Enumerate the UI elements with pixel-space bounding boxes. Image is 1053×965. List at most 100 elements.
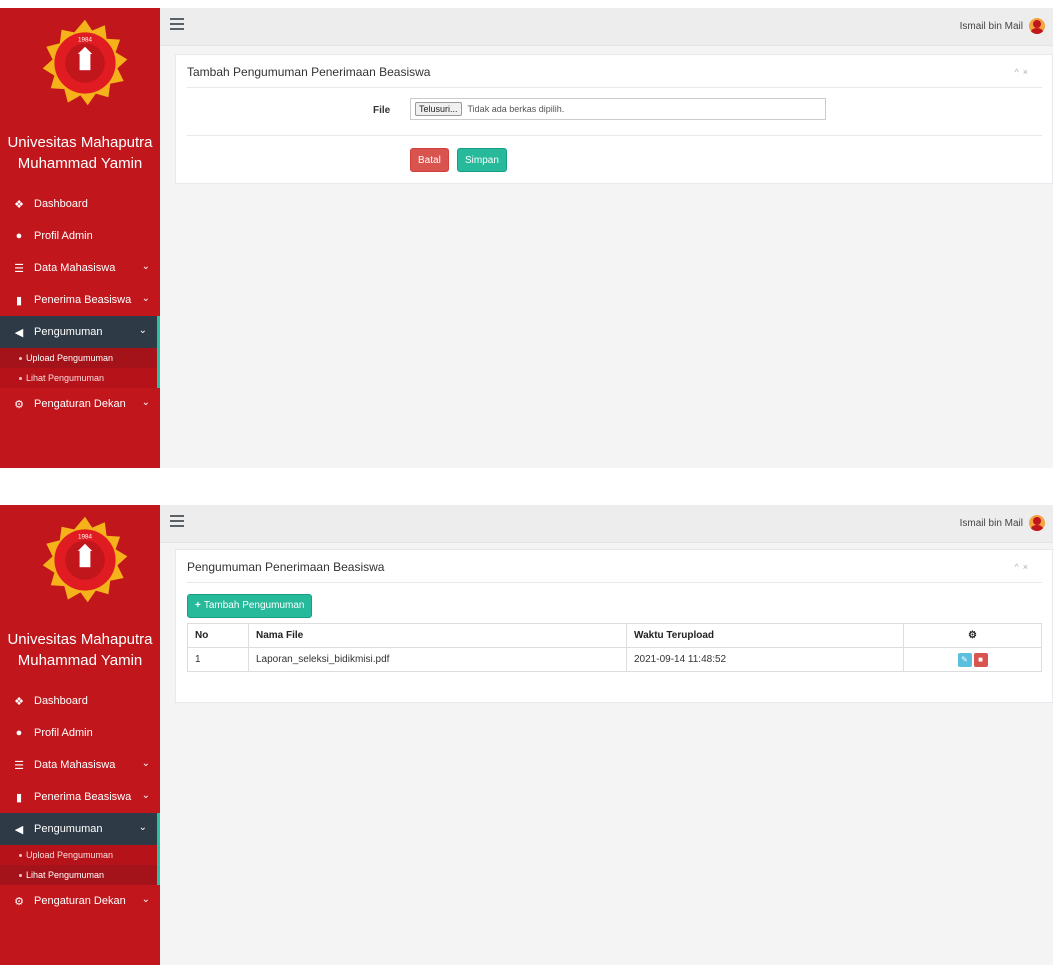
brand-line-2: Muhammad Yamin [17, 652, 143, 669]
sidebar-item-label: Data Mahasiswa [34, 262, 116, 274]
database-icon: ☰ [14, 262, 24, 275]
close-icon[interactable]: × [1023, 67, 1032, 77]
submenu-pengumuman: Upload Pengumuman Lihat Pengumuman [0, 845, 160, 885]
gear-icon: ⚙ [968, 630, 977, 641]
panel-tools: ^× [1015, 67, 1033, 77]
save-button[interactable]: Simpan [457, 148, 507, 172]
cell-actions: ✎ ■ [903, 647, 1042, 672]
page-title: Pengumuman Penerimaan Beasiswa [187, 560, 385, 574]
sidebar-item-label: Dashboard [34, 695, 88, 707]
cancel-button[interactable]: Batal [410, 148, 449, 172]
table-header: No Nama File Waktu Terupload ⚙ [187, 623, 1042, 648]
university-emblem-icon: 1984 [42, 19, 128, 106]
list-screen: 1984 Univesitas Mahaputra Muhammad Yamin… [0, 505, 1053, 965]
topbar: Ismail bin Mail [160, 505, 1053, 543]
divider [187, 135, 1042, 136]
user-menu[interactable]: Ismail bin Mail [960, 515, 1045, 531]
home-icon: ❖ [14, 198, 24, 211]
home-icon: ❖ [14, 695, 24, 708]
edit-icon[interactable]: ✎ [957, 652, 972, 667]
sidebar-item-profil-admin[interactable]: ● Profil Admin [0, 220, 160, 252]
sidebar-item-dashboard[interactable]: ❖ Dashboard [0, 188, 160, 220]
panel-tools: ^× [1015, 562, 1033, 572]
upload-panel: Tambah Pengumuman Penerimaan Beasiswa ^×… [175, 54, 1053, 184]
database-icon: ☰ [14, 759, 24, 772]
sidebar-item-profil-admin[interactable]: ● Profil Admin [0, 717, 160, 749]
add-announcement-button[interactable]: + Tambah Pengumuman [187, 594, 313, 618]
file-label: File [373, 105, 391, 116]
file-input[interactable]: Telusuri... Tidak ada berkas dipilih. [410, 98, 826, 120]
close-icon[interactable]: × [1023, 562, 1032, 572]
add-announcement-label: Tambah Pengumuman [203, 600, 305, 611]
sidebar-item-pengumuman[interactable]: ◀ Pengumuman ⌄ [0, 813, 160, 845]
chevron-down-icon: ⌄ [141, 894, 150, 905]
sidebar-item-data-mahasiswa[interactable]: ☰ Data Mahasiswa ⌄ [0, 749, 160, 781]
svg-text:1984: 1984 [78, 36, 93, 43]
gear-icon: ⚙ [14, 895, 24, 908]
book-icon: ▮ [15, 791, 23, 804]
sidebar-item-pengaturan-dekan[interactable]: ⚙ Pengaturan Dekan ⌄ [0, 388, 160, 420]
sidebar-item-label: Pengumuman [34, 326, 103, 338]
cell-no: 1 [187, 647, 249, 672]
column-header-waktu: Waktu Terupload [626, 623, 904, 648]
sidebar-item-penerima-beasiswa[interactable]: ▮ Penerima Beasiswa ⌄ [0, 781, 160, 813]
sidebar: 1984 Univesitas Mahaputra Muhammad Yamin… [0, 8, 160, 468]
browse-button[interactable]: Telusuri... [415, 102, 462, 116]
sidebar-item-label: Penerima Beasiswa [34, 294, 132, 306]
sidebar-menu: ❖ Dashboard ● Profil Admin ☰ Data Mahasi… [0, 685, 160, 917]
column-header-no: No [187, 623, 249, 648]
sidebar-item-label: Profil Admin [34, 230, 93, 242]
cell-waktu: 2021-09-14 11:48:52 [626, 647, 904, 672]
svg-text:1984: 1984 [78, 533, 93, 540]
sidebar-item-label: Data Mahasiswa [34, 759, 116, 771]
sidebar-item-label: Pengumuman [34, 823, 103, 835]
menu-toggle-icon[interactable] [170, 18, 184, 30]
sidebar-item-data-mahasiswa[interactable]: ☰ Data Mahasiswa ⌄ [0, 252, 160, 284]
brand-name: Univesitas Mahaputra Muhammad Yamin [0, 629, 160, 671]
sidebar-item-label: Dashboard [34, 198, 88, 210]
divider [187, 582, 1042, 583]
sidebar-item-label: Pengaturan Dekan [34, 398, 126, 410]
bullhorn-icon: ◀ [14, 326, 24, 339]
list-panel: Pengumuman Penerimaan Beasiswa ^× + Tamba… [175, 549, 1053, 703]
sidebar: 1984 Univesitas Mahaputra Muhammad Yamin… [0, 505, 160, 965]
plus-icon: + [195, 600, 201, 611]
sidebar-subitem-upload-pengumuman[interactable]: Upload Pengumuman [0, 348, 157, 368]
sidebar-item-label: Profil Admin [34, 727, 93, 739]
chevron-down-icon: ⌄ [138, 822, 147, 833]
brand-name: Univesitas Mahaputra Muhammad Yamin [0, 132, 160, 174]
sidebar-subitem-lihat-pengumuman[interactable]: Lihat Pengumuman [0, 368, 157, 388]
user-icon: ● [15, 727, 23, 739]
collapse-icon[interactable]: ^ [1015, 67, 1023, 77]
sidebar-item-pengaturan-dekan[interactable]: ⚙ Pengaturan Dekan ⌄ [0, 885, 160, 917]
topbar: Ismail bin Mail [160, 8, 1053, 46]
sidebar-subitem-upload-pengumuman[interactable]: Upload Pengumuman [0, 845, 157, 865]
user-name: Ismail bin Mail [959, 517, 1023, 529]
sidebar-subitem-lihat-pengumuman[interactable]: Lihat Pengumuman [0, 865, 157, 885]
cell-nama-file: Laporan_seleksi_bidikmisi.pdf [248, 647, 627, 672]
brand-line-1: Univesitas Mahaputra [7, 134, 153, 151]
sidebar-item-label: Penerima Beasiswa [34, 791, 132, 803]
brand-line-1: Univesitas Mahaputra [7, 631, 153, 648]
column-header-nama-file: Nama File [248, 623, 627, 648]
university-logo: 1984 [0, 8, 160, 120]
user-icon: ● [15, 230, 23, 242]
brand-line-2: Muhammad Yamin [17, 155, 143, 172]
collapse-icon[interactable]: ^ [1015, 562, 1023, 572]
avatar [1029, 18, 1045, 34]
sidebar-item-pengumuman[interactable]: ◀ Pengumuman ⌄ [0, 316, 160, 348]
user-menu[interactable]: Ismail bin Mail [960, 18, 1045, 34]
gear-icon: ⚙ [14, 398, 24, 411]
bullhorn-icon: ◀ [14, 823, 24, 836]
menu-toggle-icon[interactable] [170, 515, 184, 527]
avatar [1029, 515, 1045, 531]
university-emblem-icon: 1984 [42, 516, 128, 603]
chevron-down-icon: ⌄ [138, 325, 147, 336]
sidebar-item-penerima-beasiswa[interactable]: ▮ Penerima Beasiswa ⌄ [0, 284, 160, 316]
sidebar-item-dashboard[interactable]: ❖ Dashboard [0, 685, 160, 717]
no-file-text: Tidak ada berkas dipilih. [467, 104, 565, 114]
book-icon: ▮ [15, 294, 23, 307]
trash-icon[interactable]: ■ [973, 652, 988, 667]
column-header-actions: ⚙ [903, 623, 1042, 648]
announcement-table: No Nama File Waktu Terupload ⚙ 1 Laporan… [187, 623, 1042, 672]
